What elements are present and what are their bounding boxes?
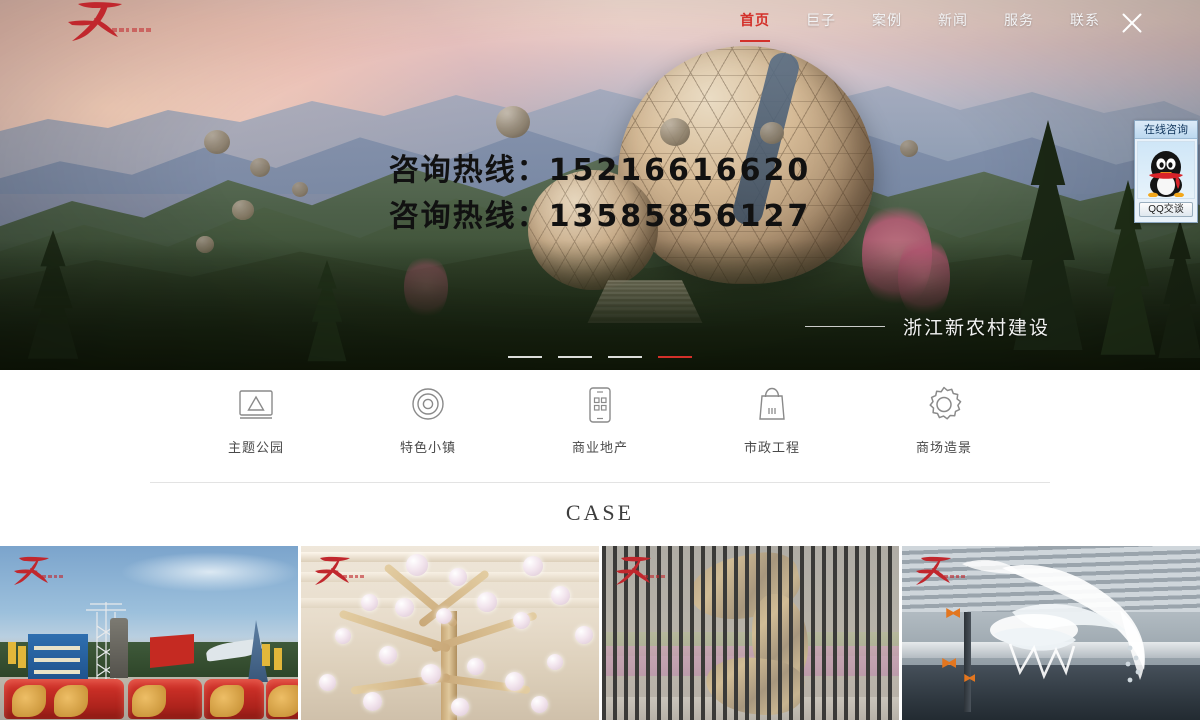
nav-label: 案例	[872, 12, 902, 28]
nav-item-about[interactable]: 巨子	[806, 10, 836, 42]
yellow-flag	[18, 646, 26, 668]
service-item-town[interactable]: 特色小镇	[378, 382, 478, 456]
watermark-logo	[314, 556, 364, 585]
cloud	[120, 552, 298, 592]
nav-item-home[interactable]: 首页	[740, 10, 770, 42]
online-chat-widget[interactable]: 在线咨询 QQ交谈	[1134, 120, 1198, 223]
yellow-flag	[262, 644, 270, 666]
section-divider	[150, 482, 1050, 483]
yellow-flag	[8, 642, 16, 664]
theme-park-icon	[233, 382, 279, 428]
nav-active-underline	[740, 40, 770, 42]
case-card-atrium-installation[interactable]	[902, 546, 1200, 720]
slider-dot-1[interactable]	[508, 356, 542, 358]
hero-caption-text: 浙江新农村建设	[902, 318, 1050, 339]
hotline-row: 咨询热线：13585856127	[0, 194, 1200, 240]
service-label: 特色小镇	[399, 440, 456, 455]
service-label: 商业地产	[571, 440, 628, 455]
case-heading: CASE	[0, 500, 1200, 546]
yellow-flag	[274, 648, 282, 670]
nav-item-contact[interactable]: 联系	[1070, 10, 1100, 42]
nav-item-news[interactable]: 新闻	[938, 10, 968, 42]
site-logo[interactable]	[60, 0, 160, 44]
nav-label: 联系	[1070, 12, 1100, 28]
chat-widget-title: 在线咨询	[1135, 121, 1197, 139]
slider-dot-4[interactable]	[658, 356, 692, 358]
hotline-number: 13585856127	[548, 199, 812, 234]
nav-label: 新闻	[938, 12, 968, 28]
watermark-logo	[615, 556, 665, 585]
case-section: CASE	[0, 500, 1200, 720]
case-title: CASE	[565, 500, 635, 525]
watermark-logo	[916, 556, 966, 585]
main-navigation[interactable]: 首页 巨子 案例 新闻 服务 联系	[740, 10, 1100, 42]
site-header: 首页 巨子 案例 新闻 服务 联系	[0, 0, 1200, 44]
service-item-commercial-property[interactable]: 商业地产	[550, 382, 650, 456]
watermark-logo	[14, 556, 63, 585]
case-card-mall-tree[interactable]	[300, 546, 599, 720]
qq-penguin-icon	[1148, 151, 1184, 197]
nav-item-services[interactable]: 服务	[1004, 10, 1034, 42]
red-flag-sculpture	[150, 634, 194, 668]
town-circle-icon	[405, 382, 451, 428]
white-sculpture	[962, 559, 1146, 683]
service-label: 商场造景	[915, 440, 972, 455]
service-item-mall-landscape[interactable]: 商场造景	[894, 382, 994, 456]
caption-rule	[804, 326, 885, 327]
nav-label: 巨子	[806, 12, 836, 28]
case-card-bronze-sculpture[interactable]	[601, 546, 900, 720]
service-label: 主题公园	[227, 440, 284, 455]
support-pole	[964, 612, 972, 712]
nav-label: 服务	[1004, 12, 1034, 28]
chat-widget-body	[1137, 141, 1195, 199]
hotline-label: 咨询热线：	[388, 153, 549, 188]
memorial-tower	[110, 618, 128, 678]
mobile-phone-icon	[577, 382, 623, 428]
service-item-theme-park[interactable]: 主题公园	[206, 382, 306, 456]
hero-caption: 浙江新农村建设	[804, 313, 1050, 340]
hotline-label: 咨询热线：	[388, 199, 549, 234]
close-icon[interactable]	[1116, 7, 1148, 39]
nav-item-cases[interactable]: 案例	[872, 10, 902, 42]
gear-icon	[921, 382, 967, 428]
hotline-block: 咨询热线：15216616620 咨询热线：13585856127	[0, 148, 1200, 240]
hotline-row: 咨询热线：15216616620	[0, 148, 1200, 194]
municipal-bag-icon	[749, 382, 795, 428]
slider-indicators[interactable]	[0, 356, 1200, 358]
nav-label: 首页	[740, 12, 770, 28]
case-grid	[0, 546, 1200, 720]
red-scroll-base	[0, 677, 298, 720]
hero-banner: 首页 巨子 案例 新闻 服务 联系 咨询热线：15216616620 咨询热线：…	[0, 0, 1200, 370]
service-item-municipal[interactable]: 市政工程	[722, 382, 822, 456]
slider-dot-3[interactable]	[608, 356, 642, 358]
slider-dot-2[interactable]	[558, 356, 592, 358]
qq-chat-button[interactable]: QQ交谈	[1139, 202, 1193, 217]
hotline-number: 15216616620	[548, 153, 812, 188]
service-label: 市政工程	[743, 440, 800, 455]
service-categories: 主题公园 特色小镇 商业地产 市政工程 商场造景	[0, 370, 1200, 500]
case-card-plaza[interactable]	[0, 546, 298, 720]
